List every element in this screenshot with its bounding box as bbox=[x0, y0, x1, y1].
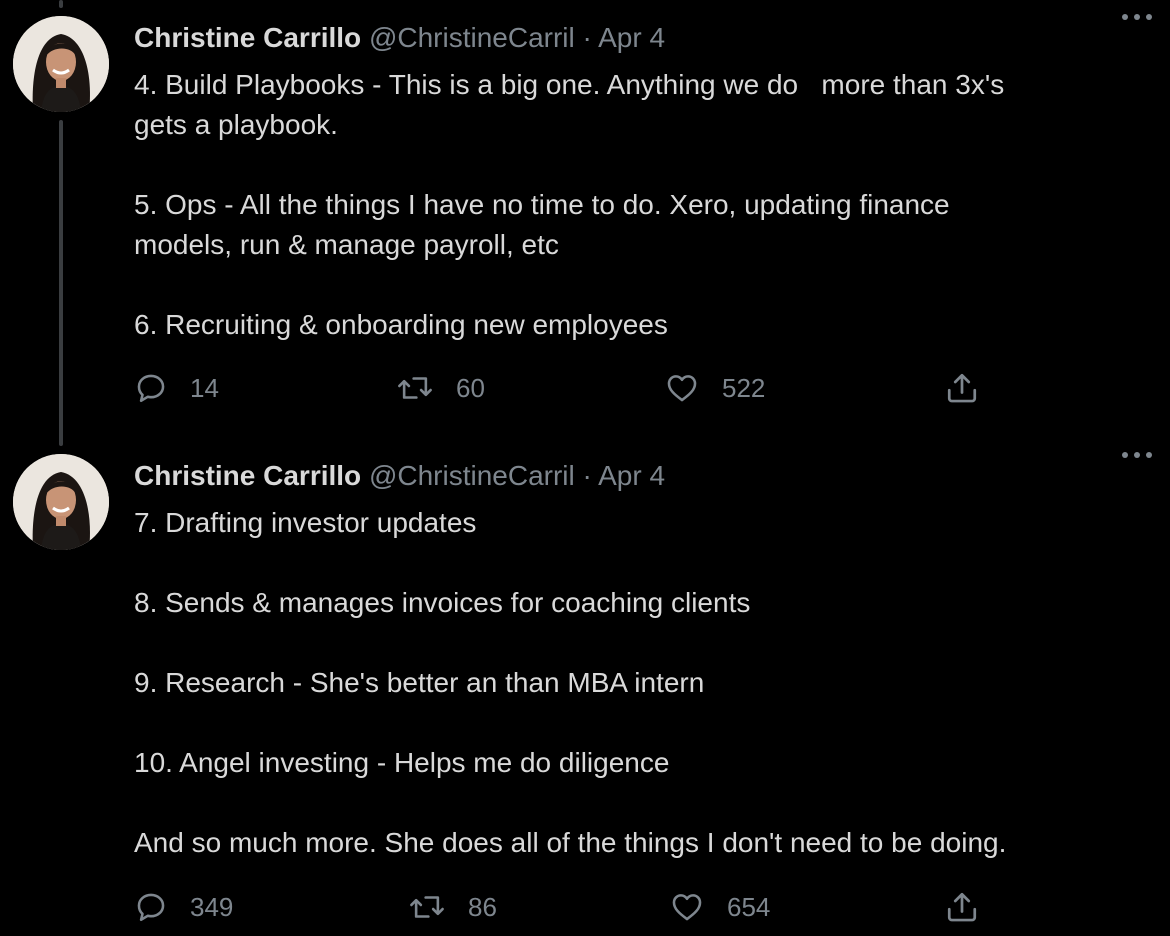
retweet-button[interactable]: 86 bbox=[408, 887, 497, 927]
author-handle[interactable]: @ChristineCarril bbox=[369, 22, 575, 53]
separator-dot: · bbox=[582, 460, 592, 491]
tweet-date[interactable]: Apr 4 bbox=[598, 460, 665, 491]
tweet-date[interactable]: Apr 4 bbox=[598, 22, 665, 53]
more-horizontal-icon bbox=[1122, 452, 1152, 458]
more-options-button[interactable] bbox=[1120, 10, 1154, 24]
reply-icon bbox=[137, 893, 165, 922]
avatar[interactable] bbox=[13, 454, 109, 550]
reply-button[interactable]: 14 bbox=[134, 368, 219, 408]
retweet-button[interactable]: 60 bbox=[396, 368, 485, 408]
tweet-text: 4. Build Playbooks - This is a big one. … bbox=[134, 69, 1005, 340]
share-icon bbox=[947, 892, 977, 922]
more-options-button[interactable] bbox=[1120, 448, 1154, 462]
heart-icon bbox=[672, 894, 702, 921]
author-name[interactable]: Christine Carrillo bbox=[134, 22, 361, 53]
share-button[interactable] bbox=[944, 887, 980, 927]
retweet-icon bbox=[398, 377, 432, 399]
separator-dot: · bbox=[582, 22, 592, 53]
tweet-actions: 14 60 522 bbox=[0, 368, 1170, 408]
avatar[interactable] bbox=[13, 16, 109, 112]
retweet-count: 86 bbox=[468, 891, 497, 922]
like-count: 522 bbox=[722, 372, 766, 403]
tweet-actions: 349 86 654 bbox=[0, 887, 1170, 927]
author-handle[interactable]: @ChristineCarril bbox=[369, 460, 575, 491]
share-button[interactable] bbox=[944, 368, 980, 408]
tweet[interactable]: Christine Carrillo @ChristineCarril · Ap… bbox=[0, 438, 1170, 936]
like-button[interactable]: 654 bbox=[669, 887, 770, 927]
reply-button[interactable]: 349 bbox=[134, 887, 233, 927]
retweet-icon bbox=[410, 896, 444, 918]
tweet[interactable]: Christine Carrillo @ChristineCarril · Ap… bbox=[0, 0, 1170, 440]
like-button[interactable]: 522 bbox=[664, 368, 765, 408]
share-icon bbox=[947, 373, 977, 403]
reply-icon bbox=[137, 374, 165, 403]
reply-count: 349 bbox=[190, 891, 234, 922]
tweet-header: Christine Carrillo @ChristineCarril · Ap… bbox=[134, 456, 665, 496]
tweet-text: 7. Drafting investor updates 8. Sends & … bbox=[134, 507, 1007, 858]
tweet-header: Christine Carrillo @ChristineCarril · Ap… bbox=[134, 18, 665, 58]
retweet-count: 60 bbox=[456, 372, 485, 403]
like-count: 654 bbox=[727, 891, 771, 922]
reply-count: 14 bbox=[190, 372, 219, 403]
author-name[interactable]: Christine Carrillo bbox=[134, 460, 361, 491]
more-horizontal-icon bbox=[1122, 14, 1152, 20]
heart-icon bbox=[667, 375, 697, 402]
